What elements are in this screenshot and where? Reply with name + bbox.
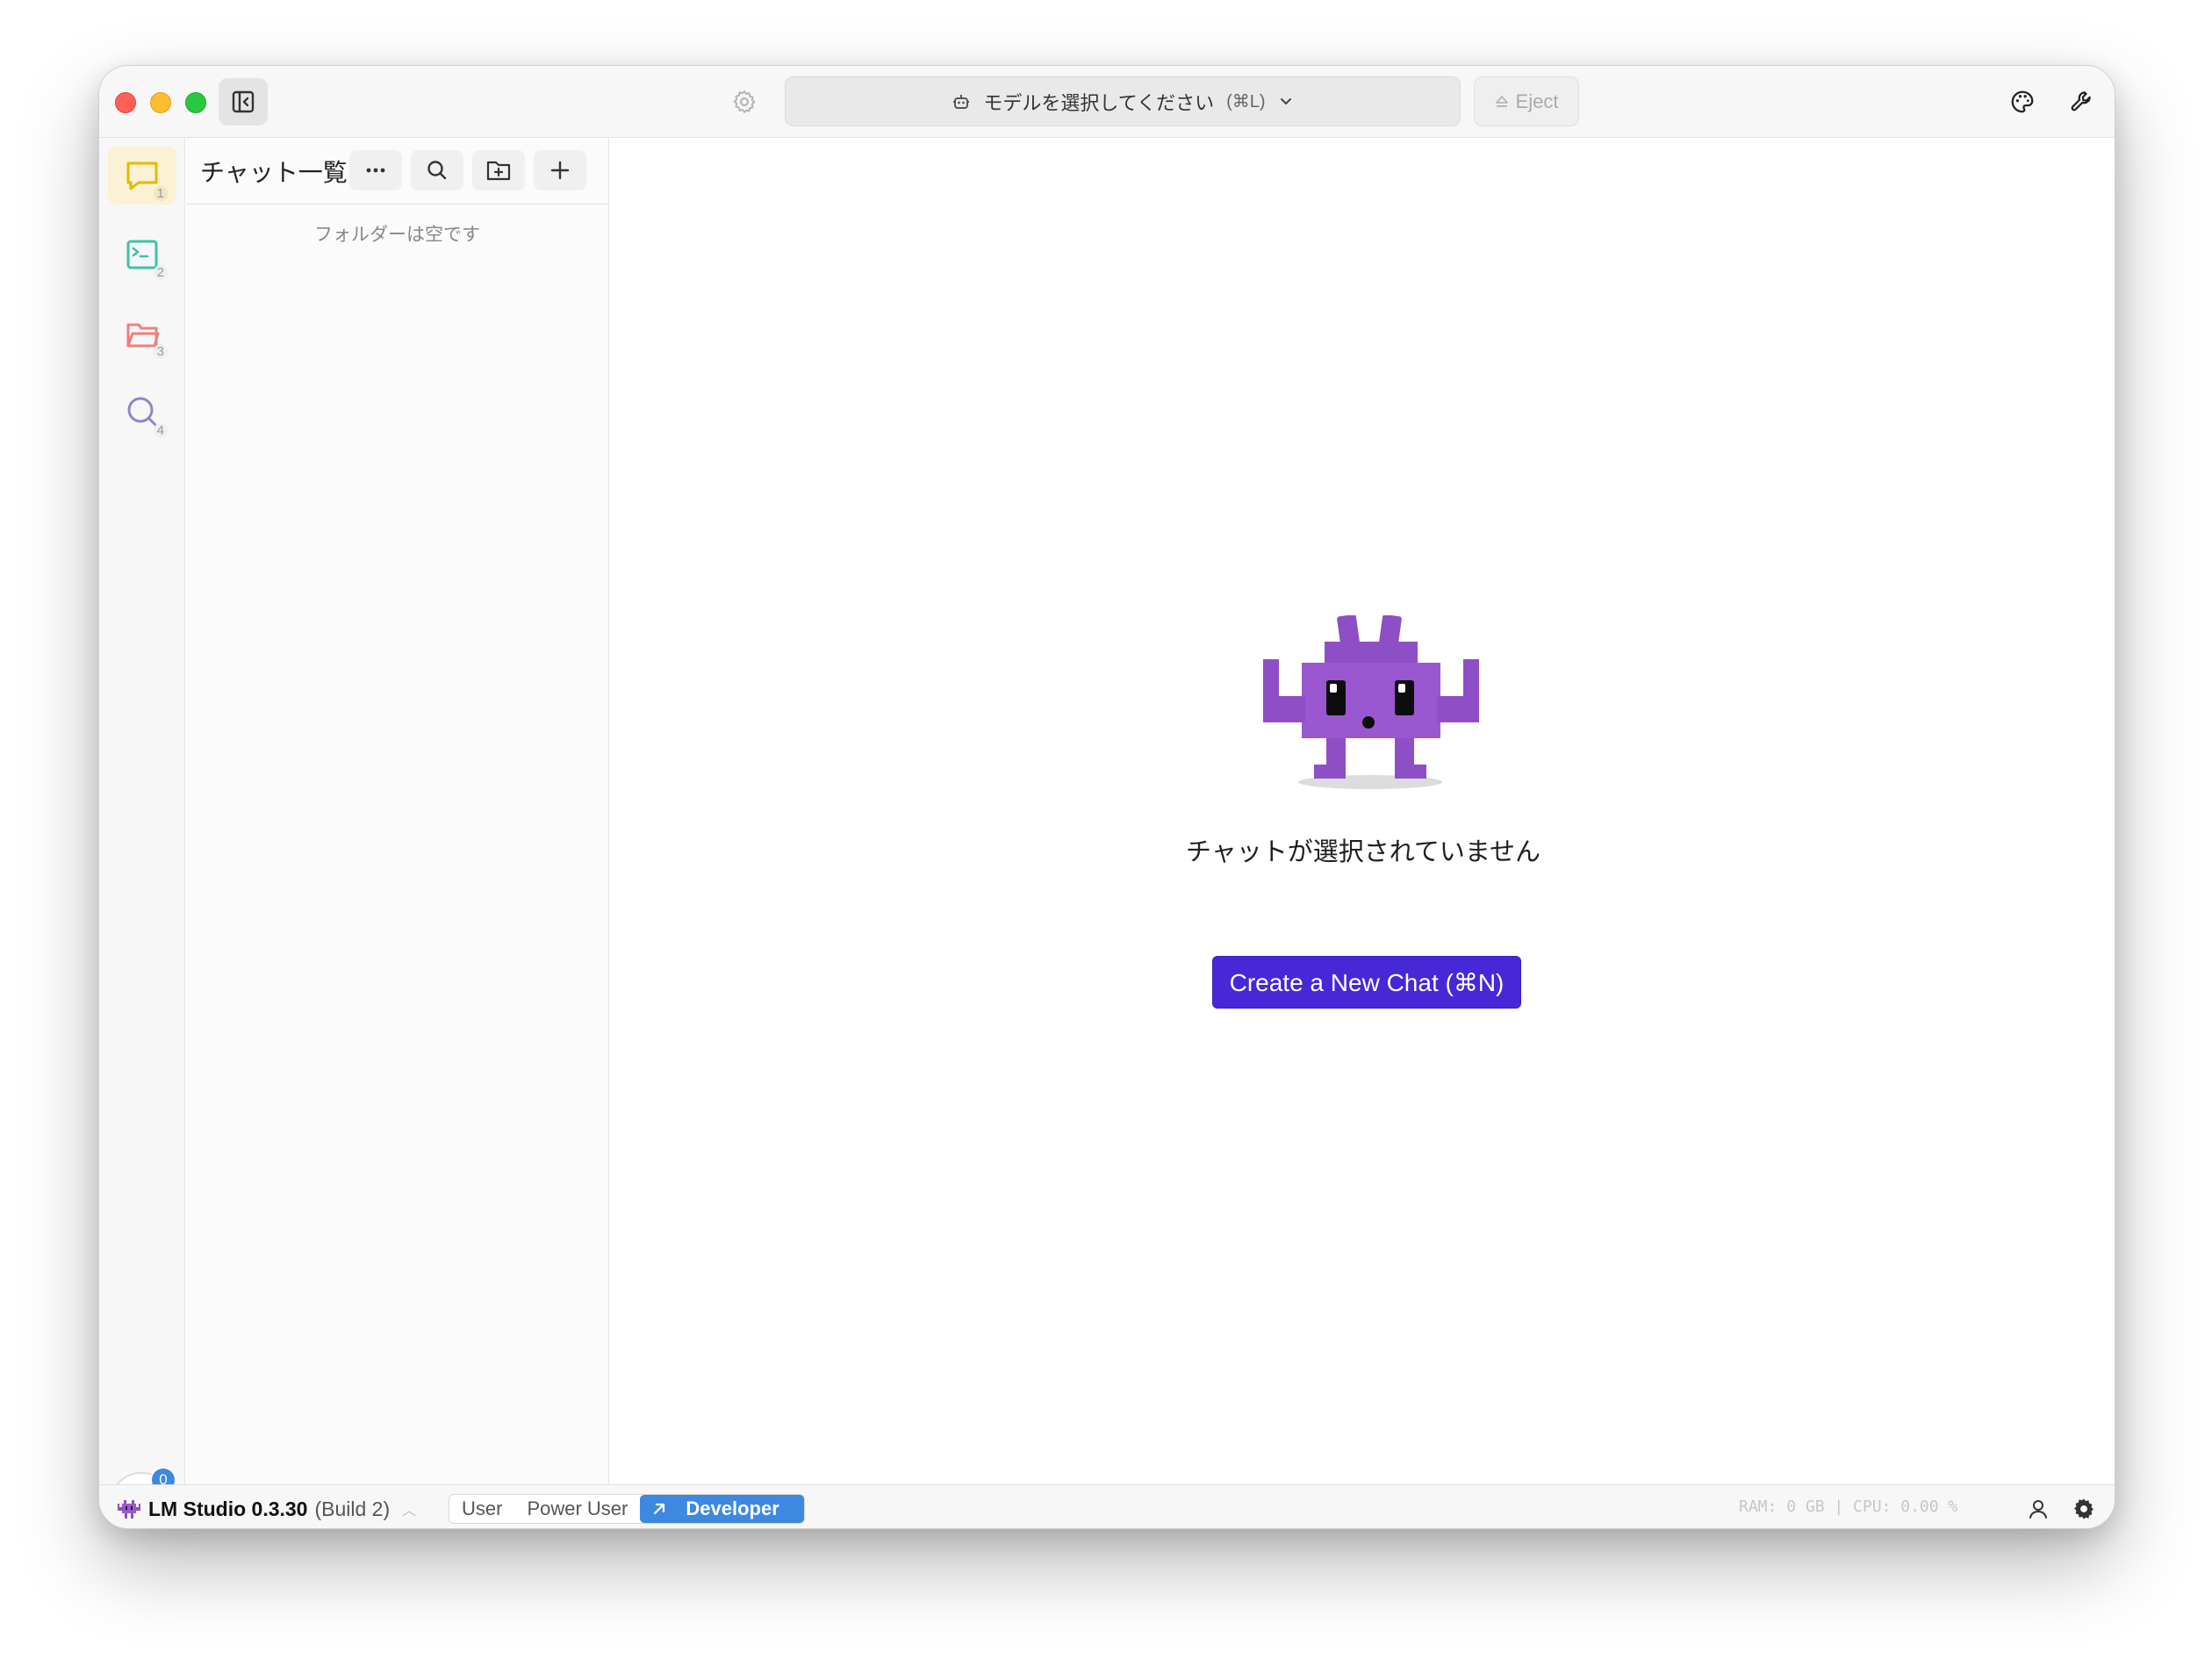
gear-icon: [2074, 1498, 2094, 1519]
rail-item-developer[interactable]: 2: [108, 226, 176, 284]
theme-button[interactable]: [2006, 85, 2039, 118]
eject-button[interactable]: Eject: [1474, 76, 1579, 126]
sidebar-toggle-button[interactable]: [219, 78, 268, 126]
chats-panel: チャット一覧 フォルダーは空です: [186, 138, 609, 1484]
title-bar: モデルを選択してください (⌘L) Eject: [99, 66, 2115, 138]
mode-power-user-button[interactable]: Power User: [514, 1495, 640, 1523]
rail-item-number: 4: [153, 423, 168, 438]
user-account-button[interactable]: [2025, 1496, 2051, 1522]
search-chats-button[interactable]: [411, 150, 463, 190]
window-close-button[interactable]: [115, 92, 136, 113]
sidebar-toggle-icon: [232, 90, 255, 113]
rail-item-number: 2: [153, 265, 168, 280]
model-select-dropdown[interactable]: モデルを選択してください (⌘L): [785, 76, 1461, 126]
tools-button[interactable]: [2065, 85, 2099, 118]
app-settings-button[interactable]: [2071, 1496, 2097, 1522]
mode-developer-label: Developer: [686, 1497, 779, 1519]
eject-icon: [1495, 95, 1508, 107]
palette-icon: [2011, 90, 2034, 113]
status-bar: LM Studio 0.3.30 (Build 2) ︿ User Power …: [99, 1484, 2115, 1528]
model-settings-button[interactable]: [729, 87, 759, 117]
window-minimize-button[interactable]: [150, 92, 171, 113]
empty-folder-message: フォルダーは空です: [314, 225, 480, 245]
new-chat-button[interactable]: [534, 150, 586, 190]
rail-item-number: 3: [153, 344, 168, 359]
new-folder-button[interactable]: [472, 150, 525, 190]
app-window: モデルを選択してください (⌘L) Eject 1 2 3 4 0 チャット一覧…: [98, 65, 2115, 1529]
mode-switcher: User Power User Developer: [449, 1494, 805, 1524]
mascot-icon: [1263, 615, 1479, 789]
folder-plus-icon: [486, 161, 511, 181]
main-content: チャットが選択されていません Create a New Chat (⌘N): [610, 138, 2115, 1484]
robot-icon: [953, 94, 970, 109]
nav-rail: 1 2 3 4 0: [99, 138, 185, 1528]
wrench-icon: [2071, 91, 2091, 111]
app-name: LM Studio 0.3.30: [148, 1497, 308, 1520]
mode-user-button[interactable]: User: [449, 1495, 514, 1523]
no-chat-selected-message: チャットが選択されていません: [1186, 838, 1540, 866]
create-new-chat-button[interactable]: Create a New Chat (⌘N): [1212, 956, 1521, 1009]
app-version[interactable]: LM Studio 0.3.30 (Build 2) ︿: [117, 1496, 416, 1522]
ellipsis-icon: [366, 168, 385, 173]
rail-item-my-models[interactable]: 3: [108, 305, 176, 363]
rail-item-chat[interactable]: 1: [108, 147, 176, 205]
plus-icon: [550, 161, 570, 180]
resource-stats: RAM: 0 GB | CPU: 0.00 %: [1739, 1497, 1958, 1516]
chevron-down-icon: [1280, 97, 1291, 104]
lm-studio-logo-icon: [118, 1500, 140, 1519]
window-maximize-button[interactable]: [185, 92, 206, 113]
eject-label: Eject: [1515, 90, 1559, 112]
chevron-up-icon: ︿: [402, 1504, 417, 1519]
search-icon: [427, 161, 447, 180]
chats-panel-title: チャット一覧: [200, 159, 348, 186]
more-options-button[interactable]: [349, 150, 402, 190]
app-build: (Build 2): [314, 1497, 391, 1520]
rail-item-discover[interactable]: 4: [108, 384, 176, 442]
mode-developer-button[interactable]: Developer: [640, 1495, 804, 1523]
rail-item-number: 1: [153, 186, 168, 201]
gear-icon: [733, 90, 756, 113]
arrow-up-right-icon: [654, 1503, 665, 1515]
chats-panel-header: チャット一覧: [186, 138, 608, 205]
model-select-label: モデルを選択してください: [983, 91, 1215, 114]
model-select-shortcut: (⌘L): [1226, 92, 1266, 111]
user-icon: [2029, 1500, 2047, 1519]
